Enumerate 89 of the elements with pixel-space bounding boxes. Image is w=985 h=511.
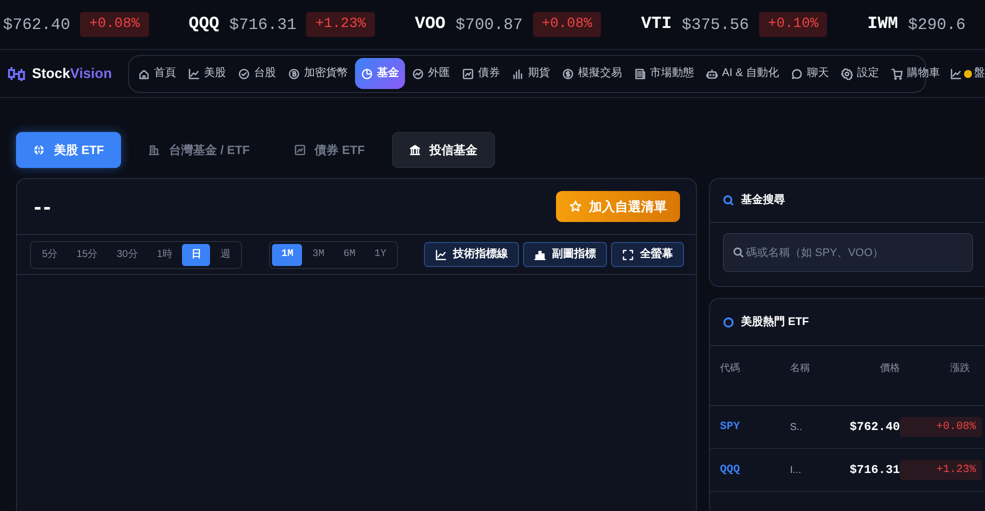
range-option[interactable]: 3M xyxy=(303,244,334,266)
nav-tab[interactable]: 設定 xyxy=(836,58,884,89)
category-tab[interactable]: 台灣基金 / ETF xyxy=(131,132,267,168)
change-badge: +0.10% xyxy=(758,12,828,37)
trend-circle-icon xyxy=(412,68,424,80)
column-header: 名稱 xyxy=(790,362,811,376)
range-option[interactable]: 1M xyxy=(272,244,302,266)
range-option[interactable]: 1Y xyxy=(365,244,396,266)
column-header: 漲跌 xyxy=(949,362,971,376)
brand-name: StockVision xyxy=(32,64,112,83)
ticker-symbol: IWM xyxy=(867,14,898,36)
nav-tab[interactable]: 期貨 xyxy=(507,58,555,89)
nav-tab[interactable]: 模擬交易 xyxy=(557,58,627,89)
change-badge: +0.08% xyxy=(900,417,982,437)
cart-icon xyxy=(890,68,903,80)
coin-icon xyxy=(288,68,300,80)
bar-chart-icon xyxy=(534,248,546,260)
nav-tab[interactable]: 首頁 xyxy=(133,58,181,89)
check-circle-icon xyxy=(238,68,250,80)
interval-option[interactable]: 30分 xyxy=(108,244,147,266)
robot-icon xyxy=(706,68,718,80)
gear-icon xyxy=(840,68,853,80)
chart-tool-button[interactable]: 全螢幕 xyxy=(611,242,684,267)
change-badge: +1.23% xyxy=(900,460,982,480)
nav-tab[interactable]: 聊天 xyxy=(786,58,834,89)
range-option[interactable]: 6M xyxy=(334,244,364,266)
ticker-price: $700.87 xyxy=(456,14,523,36)
ticker-price: $716.31 xyxy=(229,14,296,36)
etf-name: I... xyxy=(790,464,802,478)
ticker-price: $762.40 xyxy=(3,14,70,36)
search-field[interactable]: 碼或名稱（如 SPY、VOO） xyxy=(723,233,973,272)
nav-tab[interactable]: 債券 xyxy=(457,58,505,89)
change-badge: +1.23% xyxy=(306,12,375,37)
etf-symbol[interactable]: QQQ xyxy=(710,462,790,478)
search-icon xyxy=(733,247,744,258)
ticker-price: $375.56 xyxy=(682,14,749,36)
change-badge: +0.08% xyxy=(80,12,149,37)
fund-title: -- xyxy=(34,193,53,221)
dollar-circle-icon xyxy=(562,68,574,80)
fullscreen-icon xyxy=(622,248,634,260)
category-tab[interactable]: 投信基金 xyxy=(392,132,495,168)
newspaper-icon xyxy=(634,68,646,80)
nav-tab[interactable]: 購物車 xyxy=(886,58,945,89)
etf-name: S.. xyxy=(790,420,804,434)
card-title: 美股熱門 ETF xyxy=(741,314,809,330)
change-badge: +0.08% xyxy=(532,12,602,37)
ticker-symbol: VOO xyxy=(414,14,446,36)
star-icon xyxy=(569,200,582,213)
nav-tab[interactable]: AI & 自動化 xyxy=(701,58,784,89)
ticker-symbol: VTI xyxy=(641,14,672,36)
column-header: 價格 xyxy=(879,362,900,376)
nav-tab[interactable]: 基金 xyxy=(355,58,405,89)
nav-tab[interactable]: 台股 xyxy=(233,58,281,89)
logo-icon xyxy=(8,66,26,82)
nav-tab[interactable]: 美股 xyxy=(183,58,231,89)
interval-option[interactable]: 15分 xyxy=(68,244,107,266)
line-chart-icon xyxy=(188,68,200,80)
line-chart-icon xyxy=(950,68,962,80)
bank-icon xyxy=(408,144,421,156)
chat-bubble-icon xyxy=(790,68,803,80)
home-icon xyxy=(138,68,150,80)
chart-tool-button[interactable]: 副圖指標 xyxy=(523,242,607,267)
interval-option[interactable]: 日 xyxy=(182,244,210,266)
pie-chart-icon xyxy=(361,68,373,80)
chart-tool-button[interactable]: 技術指標線 xyxy=(424,242,519,267)
card-title: 基金搜尋 xyxy=(741,192,785,208)
building-icon xyxy=(148,144,160,156)
etf-symbol[interactable]: SPY xyxy=(710,418,790,436)
bar-chart-icon xyxy=(512,68,524,80)
ticker-price: $290.6 xyxy=(908,14,966,36)
chart-frame-icon xyxy=(462,68,474,80)
interval-option[interactable]: 週 xyxy=(211,244,240,266)
nav-tab[interactable]: 外匯 xyxy=(407,58,455,89)
search-icon xyxy=(723,195,734,206)
globe-icon xyxy=(33,144,45,156)
etf-price: $716.31 xyxy=(848,462,900,479)
nav-tab[interactable]: 市場動態 xyxy=(629,58,699,89)
category-tab[interactable]: 債券 ETF xyxy=(276,132,382,168)
interval-option[interactable]: 5分 xyxy=(33,244,67,266)
chart-frame-icon xyxy=(294,144,306,156)
category-tab[interactable]: 美股 ETF xyxy=(16,132,121,168)
line-chart-icon xyxy=(435,248,447,260)
nav-tab[interactable]: 盤 xyxy=(944,58,985,89)
interval-option[interactable]: 1時 xyxy=(148,244,182,266)
column-header: 代碼 xyxy=(719,362,741,376)
etf-price: $762.40 xyxy=(848,419,900,436)
nav-tab[interactable]: 加密貨幣 xyxy=(283,58,353,89)
ticker-symbol: QQQ xyxy=(188,14,220,36)
circle-icon xyxy=(723,316,734,328)
